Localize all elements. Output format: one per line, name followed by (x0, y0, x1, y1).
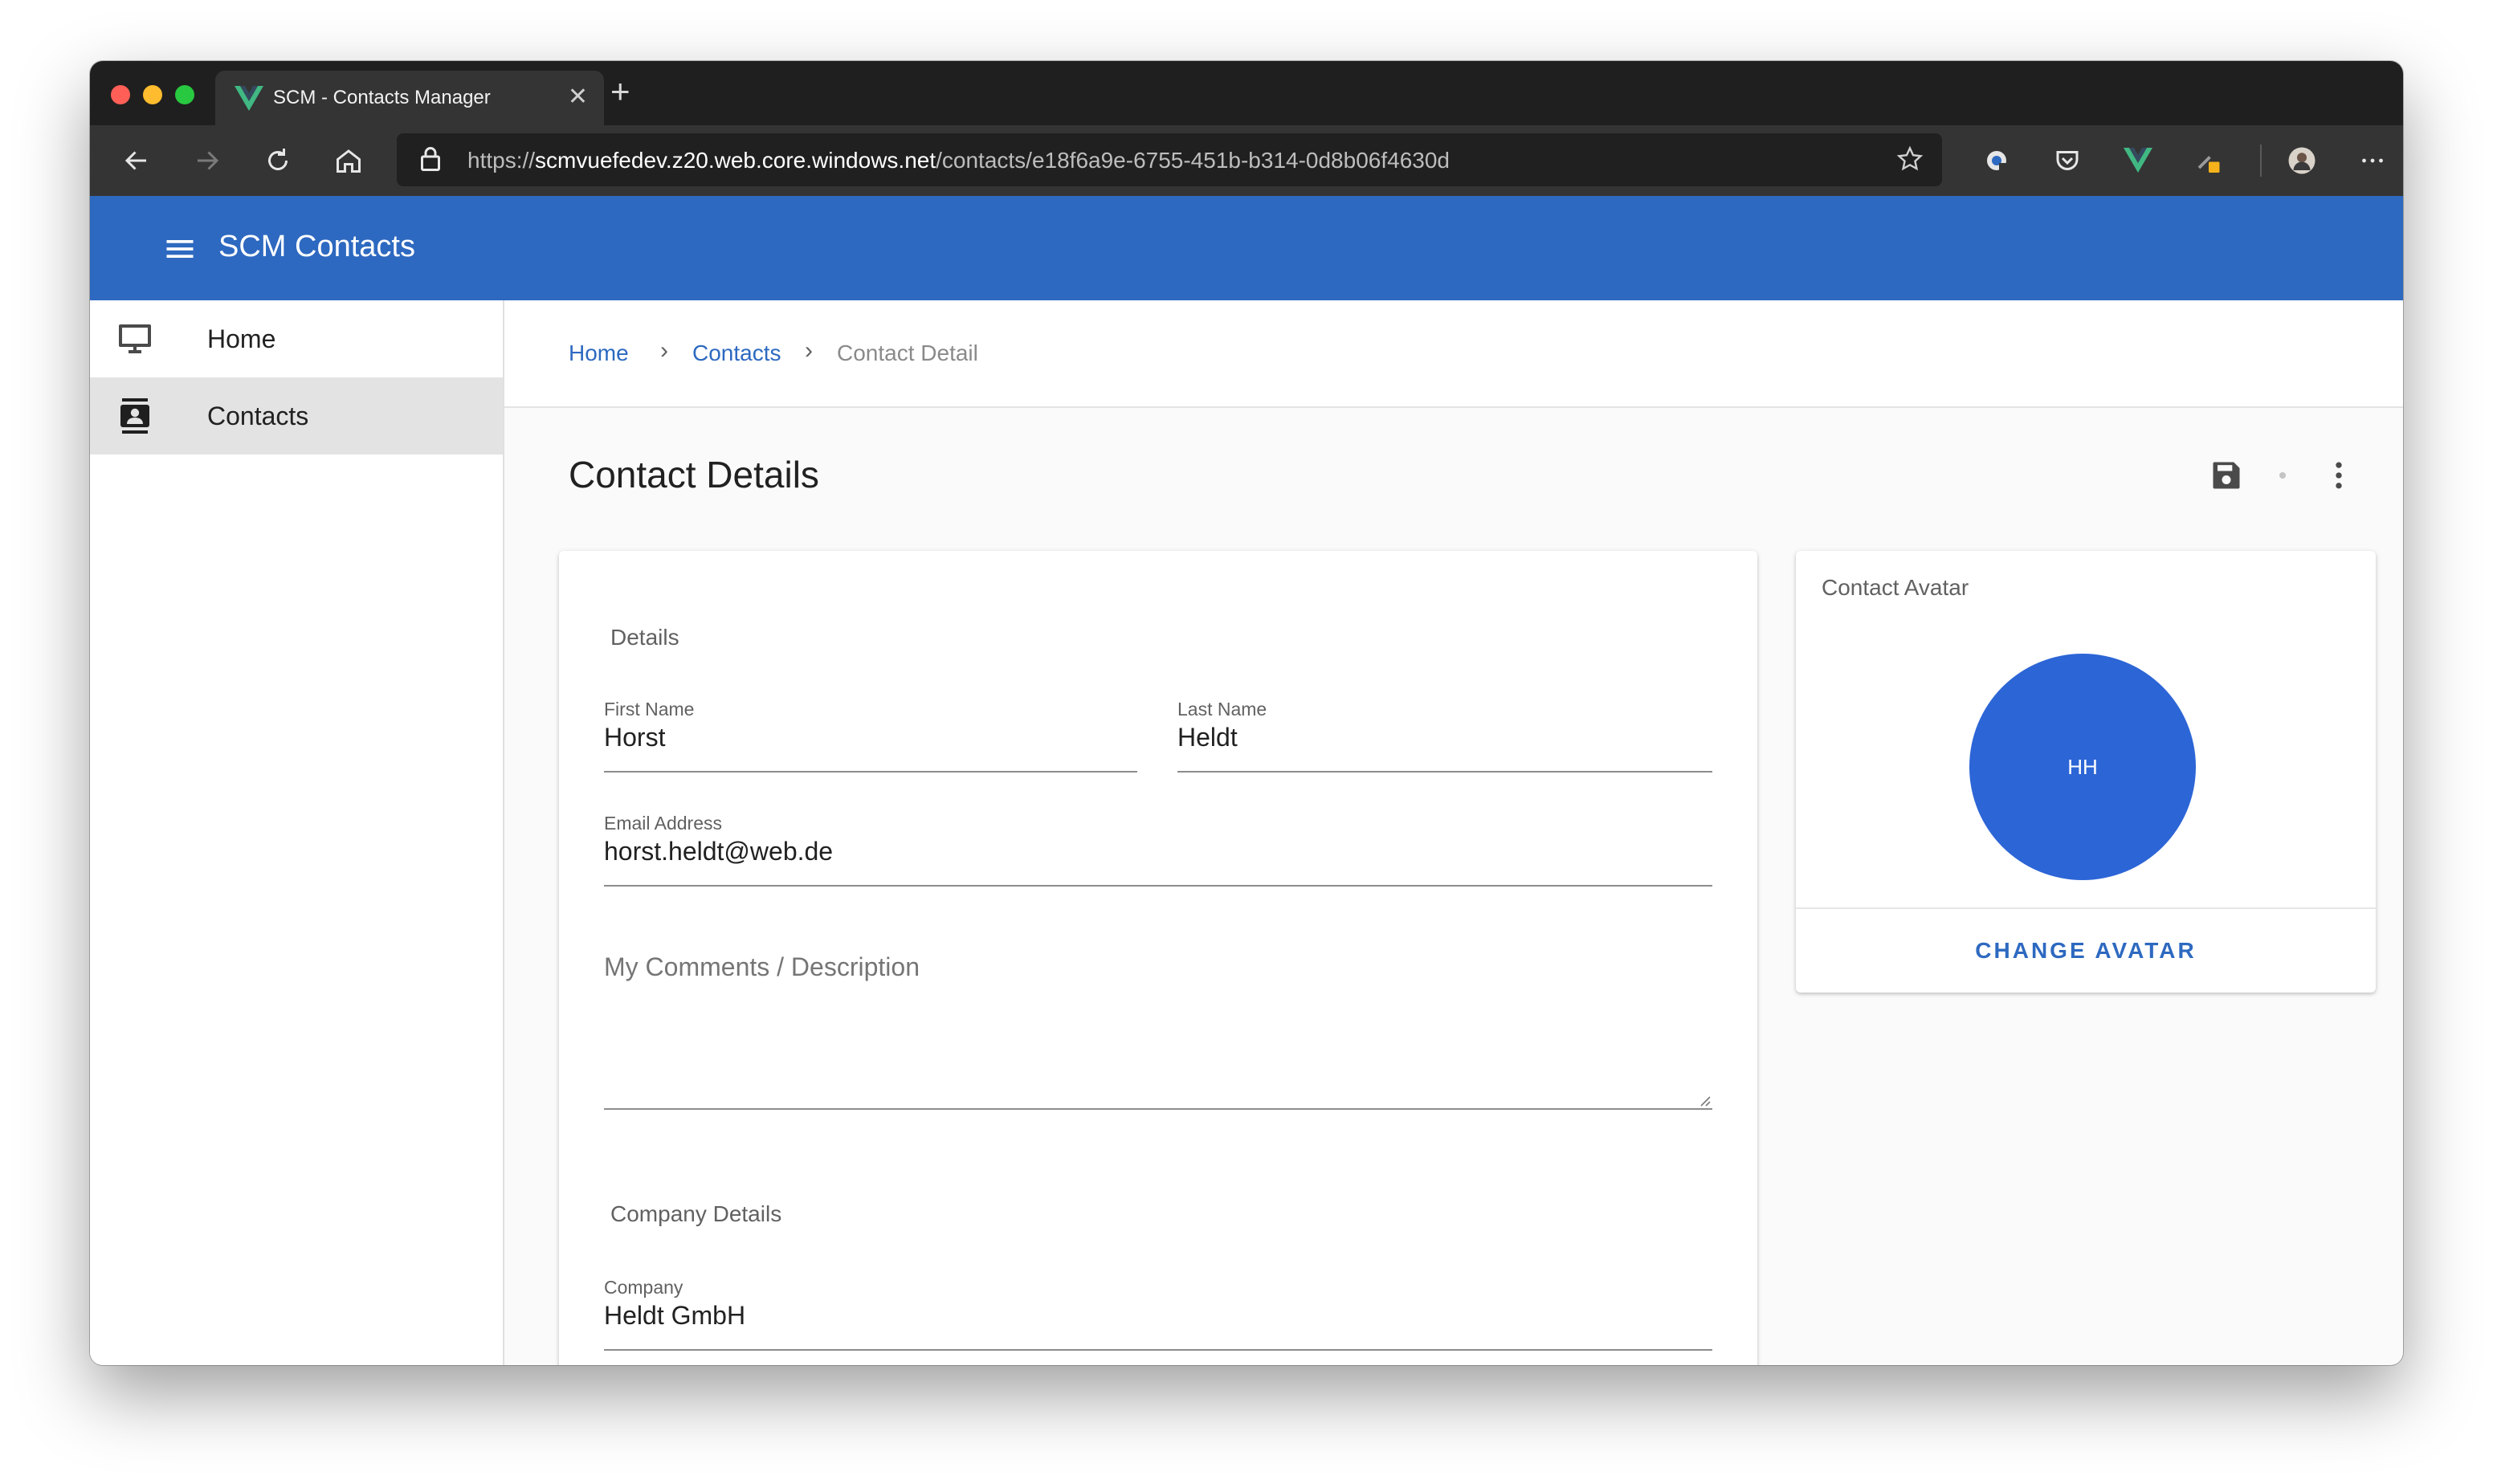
tab-strip: SCM - Contacts Manager ✕ + (90, 61, 2403, 125)
home-icon[interactable] (329, 141, 368, 180)
comments-textarea[interactable]: My Comments / Description (604, 952, 1712, 1110)
vue-devtools-icon[interactable] (2119, 141, 2157, 180)
email-value[interactable]: horst.heldt@web.de (604, 837, 833, 866)
company-field[interactable]: Company Heldt GmbH (604, 1277, 1712, 1351)
resize-handle-icon[interactable] (1698, 1094, 1711, 1107)
toolbar-separator (2260, 145, 2262, 177)
app-title: SCM Contacts (218, 230, 415, 263)
email-field[interactable]: Email Address horst.heldt@web.de (604, 813, 1712, 887)
last-name-label: Last Name (1177, 699, 1267, 720)
company-label: Company (604, 1277, 683, 1298)
forward-arrow-icon[interactable] (188, 141, 226, 180)
avatar-card: Contact Avatar HH CHANGE AVATAR (1796, 551, 2376, 993)
sidebar-item-home[interactable]: Home (90, 300, 503, 377)
star-icon[interactable] (1895, 145, 1924, 173)
vue-logo-icon (235, 86, 263, 111)
close-window-button[interactable] (111, 85, 130, 104)
app-bar: SCM Contacts (90, 196, 2403, 300)
first-name-field[interactable]: First Name Horst (604, 699, 1137, 773)
url-path: /contacts/e18f6a9e-6755-451b-b314-0d8b06… (936, 148, 1450, 173)
url-scheme: https:// (467, 148, 536, 173)
avatar: HH (1969, 654, 2196, 880)
browser-window: SCM - Contacts Manager ✕ + https://scmvu… (90, 61, 2403, 1365)
email-label: Email Address (604, 813, 723, 834)
details-section-title: Details (610, 625, 679, 650)
breadcrumb-contacts[interactable]: Contacts (692, 340, 781, 366)
extension-pen-icon[interactable] (2189, 141, 2228, 180)
more-icon[interactable] (2353, 141, 2392, 180)
browser-toolbar: https://scmvuefedev.z20.web.core.windows… (90, 125, 2403, 196)
browser-tab[interactable]: SCM - Contacts Manager ✕ (215, 71, 604, 125)
company-section-title: Company Details (610, 1201, 782, 1226)
sidebar-item-contacts[interactable]: Contacts (90, 377, 503, 455)
first-name-value[interactable]: Horst (604, 723, 665, 752)
first-name-label: First Name (604, 699, 695, 720)
refresh-icon[interactable] (259, 141, 297, 180)
avatar-initials: HH (2067, 754, 2098, 779)
breadcrumb-current: Contact Detail (837, 340, 978, 365)
save-icon[interactable] (2209, 458, 2244, 493)
back-arrow-icon[interactable] (117, 141, 156, 180)
last-name-value[interactable]: Heldt (1177, 723, 1238, 752)
company-value[interactable]: Heldt GmbH (604, 1301, 745, 1331)
change-avatar-button[interactable]: CHANGE AVATAR (1796, 909, 2376, 993)
close-tab-icon[interactable]: ✕ (568, 84, 588, 111)
breadcrumb: Home › Contacts › Contact Detail (504, 300, 2403, 408)
address-bar[interactable]: https://scmvuefedev.z20.web.core.windows… (397, 133, 1942, 186)
minimize-window-button[interactable] (143, 85, 162, 104)
lock-icon (421, 147, 440, 171)
details-card: Details First Name Horst Last Name Heldt… (559, 551, 1757, 1365)
tab-title: SCM - Contacts Manager (273, 87, 491, 108)
monitor-icon (119, 324, 151, 353)
breadcrumb-separator: › (660, 337, 668, 364)
avatar-card-title: Contact Avatar (1822, 575, 1969, 600)
url-host: scmvuefedev.z20.web.core.windows.net (535, 148, 936, 173)
maximize-window-button[interactable] (175, 85, 194, 104)
contacts-icon (120, 398, 149, 434)
sidebar-item-label: Home (207, 324, 276, 353)
breadcrumb-home[interactable]: Home (569, 340, 629, 366)
dot-icon[interactable] (2276, 469, 2289, 482)
profile-avatar[interactable] (2283, 141, 2321, 180)
page-title: Contact Details (569, 454, 819, 495)
breadcrumb-separator: › (805, 337, 813, 364)
new-tab-button[interactable]: + (610, 75, 630, 108)
menu-icon[interactable] (162, 231, 198, 267)
comments-label: My Comments / Description (604, 952, 920, 981)
last-name-field[interactable]: Last Name Heldt (1177, 699, 1712, 773)
more-vertical-icon[interactable] (2321, 458, 2356, 493)
sidebar-item-label: Contacts (207, 402, 309, 430)
url-text: https://scmvuefedev.z20.web.core.windows… (467, 148, 1450, 173)
pocket-icon[interactable] (2048, 141, 2087, 180)
extension-globe-icon[interactable] (1977, 141, 2016, 180)
sidebar: Home Contacts (90, 300, 504, 1365)
